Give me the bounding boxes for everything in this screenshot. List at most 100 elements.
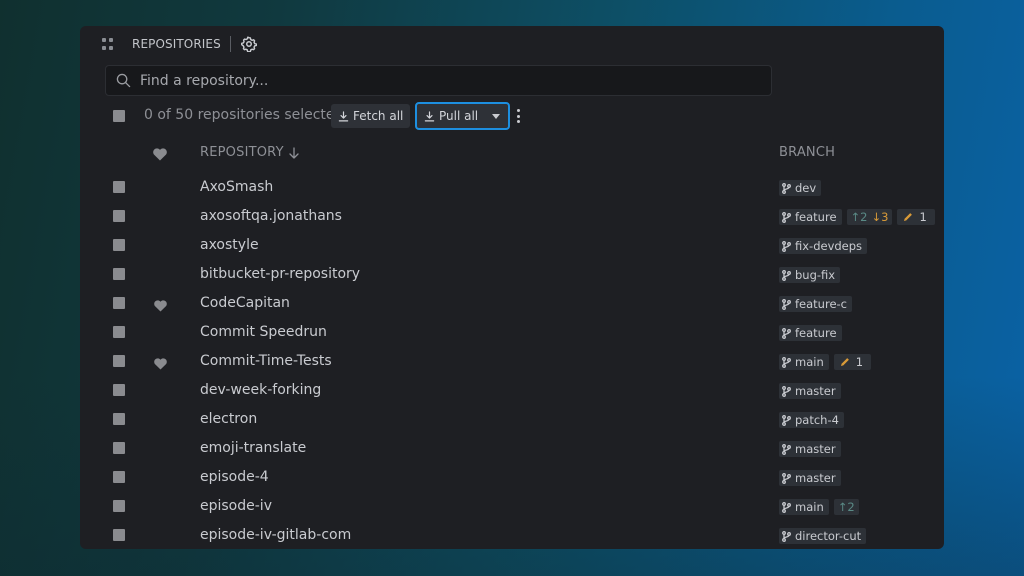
repository-name[interactable]: AxoSmash — [200, 179, 273, 195]
branch-cell: main ↑2 — [779, 499, 859, 515]
search-icon — [116, 73, 131, 88]
branch-name: main — [795, 355, 824, 369]
table-row[interactable]: episode-4 master — [80, 463, 944, 492]
repository-name[interactable]: emoji-translate — [200, 440, 306, 456]
column-header-branch[interactable]: BRANCH — [779, 145, 835, 160]
arrow-down-icon — [289, 146, 299, 159]
repository-name[interactable]: bitbucket-pr-repository — [200, 266, 360, 282]
repository-name[interactable]: Commit-Time-Tests — [200, 353, 332, 369]
branch-badge[interactable]: dev — [779, 180, 822, 196]
gear-icon[interactable] — [240, 36, 257, 52]
ahead-behind-badge: ↑2 ↓3 — [846, 209, 893, 225]
toolbar: 0 of 50 repositories selected Fetch all … — [80, 102, 944, 130]
row-checkbox[interactable] — [113, 384, 125, 396]
heart-icon[interactable] — [154, 355, 167, 370]
branch-badge[interactable]: master — [779, 383, 841, 399]
row-checkbox[interactable] — [113, 413, 125, 425]
download-icon — [424, 110, 435, 122]
branch-badge[interactable]: patch-4 — [779, 412, 844, 428]
fetch-all-button[interactable]: Fetch all — [331, 104, 411, 128]
select-all-checkbox[interactable] — [113, 110, 125, 122]
changes-badge: 1 — [833, 354, 872, 370]
repository-name[interactable]: axostyle — [200, 237, 259, 253]
row-checkbox[interactable] — [113, 326, 125, 338]
branch-badge[interactable]: feature-c — [779, 296, 852, 312]
branch-badge[interactable]: bug-fix — [779, 267, 841, 283]
row-checkbox[interactable] — [113, 297, 125, 309]
table-row[interactable]: axosoftqa.jonathans feature ↑2 ↓3 1 — [80, 202, 944, 231]
column-header-repository[interactable]: REPOSITORY — [200, 145, 299, 160]
branch-name: director-cut — [795, 529, 862, 543]
search-input[interactable] — [140, 72, 740, 89]
repository-name[interactable]: episode-iv-gitlab-com — [200, 527, 351, 543]
branch-name: master — [795, 471, 836, 485]
selected-count: 0 of 50 repositories selected — [144, 107, 344, 123]
heart-icon[interactable] — [154, 297, 167, 312]
branch-cell: main 1 — [779, 354, 872, 370]
table-row[interactable]: emoji-translate master — [80, 434, 944, 463]
table-row[interactable]: bitbucket-pr-repository bug-fix — [80, 260, 944, 289]
repository-name[interactable]: axosoftqa.jonathans — [200, 208, 342, 224]
branch-cell: patch-4 — [779, 412, 844, 428]
repository-name[interactable]: dev-week-forking — [200, 382, 321, 398]
row-checkbox[interactable] — [113, 442, 125, 454]
drag-handle-icon[interactable] — [102, 38, 114, 50]
table-header: REPOSITORY BRANCH — [80, 143, 944, 163]
repositories-panel: REPOSITORIES 0 of 50 repositories select… — [80, 26, 944, 549]
branch-badge[interactable]: main — [779, 354, 829, 370]
row-checkbox[interactable] — [113, 268, 125, 280]
row-checkbox[interactable] — [113, 181, 125, 193]
git-branch-icon — [782, 269, 791, 281]
repository-name[interactable]: CodeCapitan — [200, 295, 290, 311]
chevron-down-icon[interactable] — [492, 113, 501, 119]
row-checkbox[interactable] — [113, 471, 125, 483]
row-checkbox[interactable] — [113, 500, 125, 512]
table-row[interactable]: CodeCapitan feature-c — [80, 289, 944, 318]
branch-cell: dev — [779, 180, 822, 196]
pencil-icon — [840, 357, 850, 367]
branch-badge[interactable]: main — [779, 499, 829, 515]
pencil-icon — [903, 212, 913, 222]
repository-name[interactable]: Commit Speedrun — [200, 324, 327, 340]
table-row[interactable]: Commit-Time-Tests main 1 — [80, 347, 944, 376]
row-checkbox[interactable] — [113, 239, 125, 251]
pull-all-label: Pull all — [439, 109, 479, 123]
branch-cell: feature ↑2 ↓3 1 — [779, 209, 935, 225]
branch-cell: bug-fix — [779, 267, 841, 283]
header-divider — [229, 36, 231, 52]
more-options-icon[interactable] — [516, 109, 520, 123]
branch-badge[interactable]: fix-devdeps — [779, 238, 868, 254]
row-checkbox[interactable] — [113, 355, 125, 367]
branch-name: master — [795, 442, 836, 456]
branch-cell: director-cut — [779, 528, 867, 544]
git-branch-icon — [782, 501, 791, 513]
branch-name: patch-4 — [795, 413, 839, 427]
branch-badge[interactable]: master — [779, 470, 841, 486]
row-checkbox[interactable] — [113, 529, 125, 541]
table-row[interactable]: dev-week-forking master — [80, 376, 944, 405]
repository-name[interactable]: electron — [200, 411, 257, 427]
row-checkbox[interactable] — [113, 210, 125, 222]
branch-badge[interactable]: feature — [779, 325, 842, 341]
git-branch-icon — [782, 211, 791, 223]
branch-badge[interactable]: master — [779, 441, 841, 457]
table-row[interactable]: electron patch-4 — [80, 405, 944, 434]
table-row[interactable]: AxoSmash dev — [80, 173, 944, 202]
branch-badge[interactable]: director-cut — [779, 528, 867, 544]
branch-cell: master — [779, 470, 841, 486]
heart-icon[interactable] — [153, 146, 167, 161]
branch-badge[interactable]: feature — [779, 209, 842, 225]
table-row[interactable]: axostyle fix-devdeps — [80, 231, 944, 260]
branch-name: feature-c — [795, 297, 847, 311]
search-field[interactable] — [105, 65, 772, 96]
table-row[interactable]: Commit Speedrun feature — [80, 318, 944, 347]
repository-name[interactable]: episode-4 — [200, 469, 269, 485]
table-row[interactable]: episode-iv main ↑2 — [80, 492, 944, 521]
pull-all-button[interactable]: Pull all — [415, 102, 511, 130]
changes-count: 1 — [919, 210, 927, 224]
repository-name[interactable]: episode-iv — [200, 498, 272, 514]
branch-name: bug-fix — [795, 268, 836, 282]
branch-name: fix-devdeps — [795, 239, 863, 253]
ahead-count: ↑2 — [837, 500, 855, 514]
table-row[interactable]: episode-iv-gitlab-com director-cut — [80, 521, 944, 549]
